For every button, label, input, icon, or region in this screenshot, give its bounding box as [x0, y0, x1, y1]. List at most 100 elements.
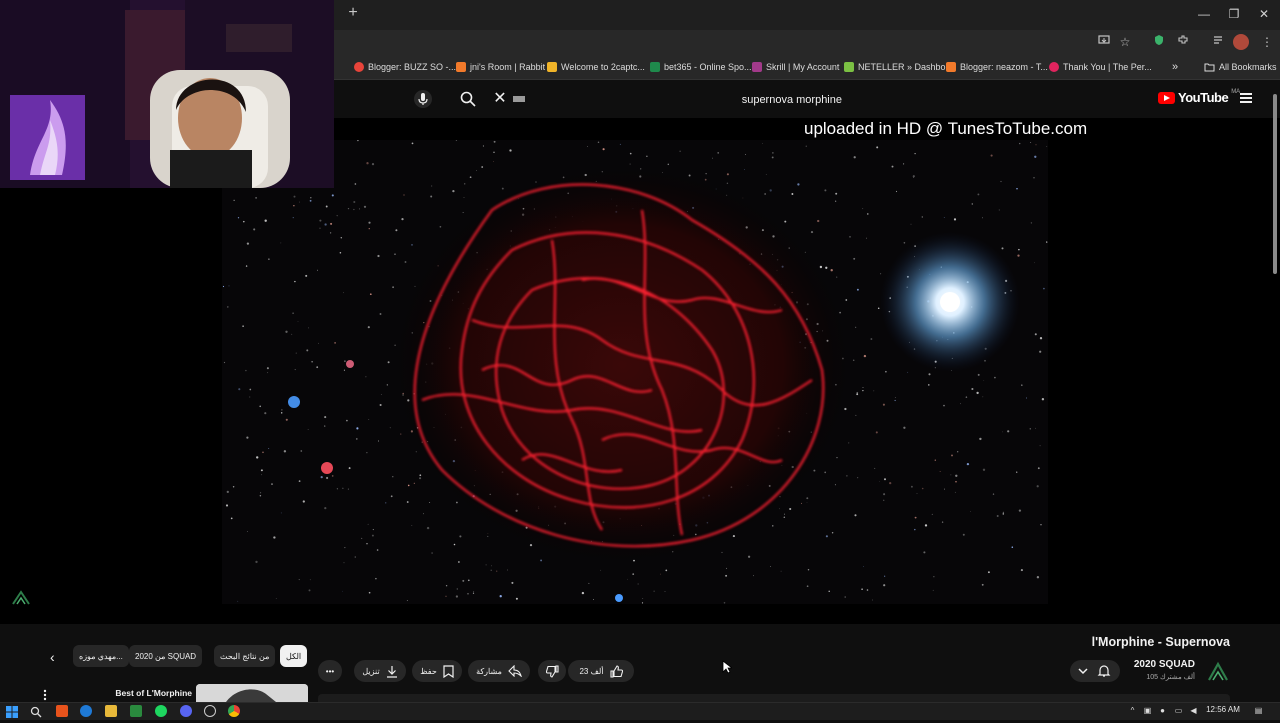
bookmark-label: bet365 - Online Spo... — [664, 62, 752, 72]
voice-search-button[interactable] — [414, 89, 432, 109]
bookmark-label: Blogger: neazom - T... — [960, 62, 1048, 72]
search-input[interactable] — [512, 92, 842, 108]
bell-icon — [1097, 665, 1111, 677]
bookmark-label: Skrill | My Account — [766, 62, 840, 72]
bookmark-favicon-icon — [456, 62, 466, 72]
all-bookmarks-label: All Bookmarks — [1219, 62, 1277, 72]
network-icon[interactable]: ▭ — [1174, 706, 1183, 715]
chip-from-channel[interactable]: من 2020 SQUAD — [129, 645, 203, 667]
bookmark-favicon-icon — [844, 62, 854, 72]
download-button[interactable]: تنزيل — [354, 660, 406, 682]
volume-icon[interactable]: ◀ — [1189, 706, 1198, 715]
chip-from-search[interactable]: من نتائج البحث — [214, 645, 276, 667]
like-count: 23 ألف — [579, 666, 604, 676]
obs-icon[interactable] — [204, 705, 216, 717]
youtube-region-code: MA — [1231, 88, 1241, 95]
notification-icon[interactable]: ▤ — [1254, 706, 1263, 715]
webcam-overlay — [0, 0, 334, 188]
channel-watermark-icon[interactable] — [10, 588, 32, 606]
bookmarks-overflow-button[interactable]: » — [1172, 60, 1178, 74]
bookmark-item[interactable]: NETELLER » Dashbo... — [844, 60, 953, 74]
chrome-icon[interactable] — [228, 705, 240, 717]
file-explorer-icon[interactable] — [105, 705, 117, 717]
bookmark-item[interactable]: bet365 - Online Spo... — [650, 60, 752, 74]
page-scrollbar[interactable] — [1272, 86, 1278, 696]
bookmark-favicon-icon — [1049, 62, 1059, 72]
recommendation-menu-icon[interactable] — [42, 688, 48, 701]
bookmark-item[interactable]: jni's Room | Rabbit — [456, 60, 545, 74]
youtube-logo[interactable]: YouTube MA — [1158, 88, 1241, 105]
download-icon — [386, 665, 397, 678]
bookmark-item[interactable]: Blogger: neazom - T... — [946, 60, 1048, 74]
discord-icon[interactable] — [180, 705, 192, 717]
thumbs-up-icon — [609, 664, 623, 678]
taskbar-search-icon[interactable] — [30, 705, 42, 718]
scrollbar-thumb[interactable] — [1273, 94, 1277, 274]
spotify-icon[interactable] — [155, 705, 167, 717]
bookmark-icon — [443, 664, 454, 678]
all-bookmarks-button[interactable]: All Bookmarks — [1204, 60, 1277, 74]
save-button[interactable]: حفظ — [412, 660, 462, 682]
microphone-icon — [414, 90, 432, 108]
bookmark-item[interactable]: Thank You | The Per... — [1049, 60, 1152, 74]
bookmark-favicon-icon — [650, 62, 660, 72]
tray-chevron-up-icon[interactable]: ^ — [1128, 706, 1137, 715]
bookmark-favicon-icon — [547, 62, 557, 72]
channel-avatar[interactable] — [1206, 660, 1230, 682]
bookmark-label: Blogger: BUZZ SO -... — [368, 62, 457, 72]
taskbar-clock[interactable]: 12:56 AM — [1203, 705, 1243, 714]
chip-related[interactable]: مهدي موزه... — [73, 645, 129, 667]
bookmark-star-icon[interactable]: ☆ — [1117, 34, 1133, 50]
save-label: حفظ — [420, 666, 437, 676]
windows-taskbar — [0, 702, 1280, 720]
bookmark-label: Thank You | The Per... — [1063, 62, 1152, 72]
search-icon[interactable] — [459, 90, 477, 108]
video-title: l'Morphine - Supernova — [1091, 635, 1230, 649]
share-arrow-icon — [508, 665, 522, 677]
youtube-logo-text: YouTube — [1178, 90, 1229, 105]
share-button[interactable]: مشاركة — [468, 660, 530, 682]
more-dots-icon: ••• — [325, 666, 335, 676]
taskbar-app-icon[interactable] — [56, 705, 68, 717]
close-window-button[interactable]: ✕ — [1254, 6, 1274, 22]
bookmark-favicon-icon — [752, 62, 762, 72]
menu-hamburger-icon[interactable] — [1240, 93, 1252, 103]
profile-avatar[interactable] — [1233, 34, 1249, 50]
clear-search-icon[interactable]: ✕ — [493, 91, 507, 107]
windows-start-icon[interactable] — [6, 705, 18, 718]
chips-back-arrow-icon[interactable]: ‹ — [50, 650, 62, 664]
recommendation-card[interactable] — [318, 694, 1230, 702]
bookmark-item[interactable]: Blogger: BUZZ SO -... — [354, 60, 456, 74]
extensions-puzzle-icon[interactable] — [1175, 34, 1191, 50]
subscribe-notifications-button[interactable] — [1070, 660, 1120, 682]
share-label: مشاركة — [476, 666, 502, 676]
chip-all[interactable]: الكل — [280, 645, 308, 667]
more-actions-button[interactable]: ••• — [318, 660, 342, 682]
new-tab-button[interactable]: + — [345, 5, 361, 21]
extension-shield-icon[interactable] — [1151, 34, 1167, 50]
bookmark-label: jni's Room | Rabbit — [470, 62, 546, 72]
like-button[interactable]: 23 ألف — [568, 660, 634, 682]
restore-button[interactable]: ❐ — [1224, 6, 1244, 22]
youtube-play-icon — [1158, 91, 1175, 104]
bookmark-item[interactable]: Skrill | My Account — [752, 60, 839, 74]
bookmark-favicon-icon — [946, 62, 956, 72]
dislike-button[interactable] — [538, 660, 566, 682]
download-label: تنزيل — [362, 666, 380, 676]
video-frame-nebula — [222, 140, 1048, 604]
bookmark-label: Welcome to 2captc... — [561, 62, 645, 72]
recommendation-title[interactable]: Best of L'Morphine — [80, 688, 192, 698]
microphone-tray-icon[interactable]: ● — [1158, 706, 1167, 715]
tray-app-icon[interactable]: ▣ — [1143, 706, 1152, 715]
recommendation-thumbnail[interactable] — [196, 684, 308, 702]
bookmark-item[interactable]: Welcome to 2captc... — [547, 60, 645, 74]
minimize-button[interactable]: — — [1194, 6, 1214, 22]
browser-menu-icon[interactable]: ⋮ — [1259, 34, 1275, 50]
mouse-pointer-icon — [722, 660, 734, 674]
install-app-icon[interactable] — [1096, 34, 1112, 50]
taskbar-app-icon[interactable] — [130, 705, 142, 717]
edge-browser-icon[interactable] — [80, 705, 92, 717]
reading-list-icon[interactable] — [1210, 34, 1226, 50]
video-watermark-text: uploaded in HD @ TunesToTube.com — [804, 119, 1088, 138]
bookmark-favicon-icon — [354, 62, 364, 72]
